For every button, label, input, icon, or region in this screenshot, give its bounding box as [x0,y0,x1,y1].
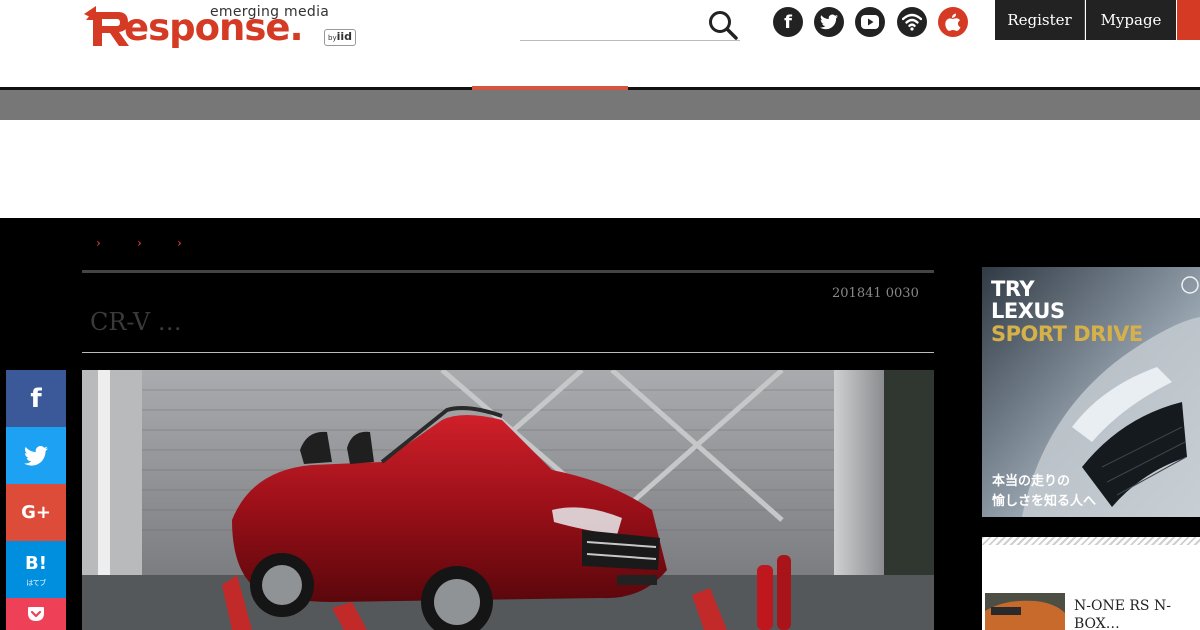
facebook-share-icon: f [30,383,42,414]
article-header-bottom-rule [82,352,934,353]
googleplus-share-button[interactable]: G+ [6,484,66,541]
register-button[interactable]: Register [995,0,1085,40]
article-main-photo[interactable] [82,370,934,630]
hatena-share-button[interactable]: B! はてブ [6,541,66,598]
ranking-item-title[interactable]: N-ONE RS N-BOX… [1074,597,1194,630]
ad-copy-line-1: 本当の走りの [992,474,1071,489]
sub-nav-bar [0,90,1200,120]
hatena-share-icon: B! [25,552,47,574]
site-header: emerging media esponse. byiid f Register… [0,0,1200,88]
ad-copy-line-2: 愉しさを知る人へ [992,494,1097,509]
article-title: CR-V … [90,308,182,336]
pocket-share-icon [28,607,44,621]
article-header-top-rule [82,270,934,273]
sidebar-ad-lexus[interactable]: TRY LEXUS SPORT DRIVE 本当の走りの 愉しさを知る人へ [982,267,1200,517]
youtube-play-icon [861,15,879,29]
top-ad-area [0,120,1200,218]
twitter-icon[interactable] [814,7,844,37]
car-photo-illustration [82,370,934,630]
youtube-icon[interactable] [855,7,885,37]
twitter-bird-icon [820,14,838,30]
ranking-thumb-illustration [985,593,1065,630]
search-box [520,6,740,41]
twitter-share-icon [24,445,48,466]
wifi-rss-icon [902,13,922,31]
ranking-item-thumbnail[interactable] [985,593,1065,630]
apple-logo-icon [945,13,961,31]
search-input[interactable] [520,10,700,38]
widget-header-stripe [982,537,1200,545]
logo-wordmark: esponse. [124,6,304,49]
hatena-share-label: はてブ [26,578,46,587]
ad-headline-try: TRY [991,277,1035,301]
search-icon[interactable] [708,10,738,40]
logo-byiid-badge: byiid [324,29,357,46]
mypage-button[interactable]: Mypage [1086,0,1176,40]
ad-headline-sport-drive: SPORT DRIVE [991,322,1143,346]
breadcrumb-separator-3: › [177,236,182,250]
twitter-share-button[interactable] [6,427,66,484]
sidebar-ranking-widget: N-ONE RS N-BOX… [982,537,1200,630]
facebook-icon[interactable]: f [773,7,803,37]
ad-headline-lexus: LEXUS [991,299,1065,323]
breadcrumb-separator-2: › [137,236,142,250]
apple-icon[interactable] [938,7,968,37]
breadcrumb-separator-1: › [96,236,101,250]
facebook-glyph: f [784,11,792,33]
header-menu-edge[interactable] [1177,0,1200,40]
site-logo[interactable]: emerging media esponse. byiid [82,2,372,52]
page: emerging media esponse. byiid f Register… [0,0,1200,630]
rss-icon[interactable] [897,7,927,37]
article-date: 201841 0030 [832,286,919,301]
googleplus-share-icon: G+ [21,501,51,523]
facebook-share-button[interactable]: f [6,370,66,427]
pocket-share-button[interactable] [6,598,66,630]
